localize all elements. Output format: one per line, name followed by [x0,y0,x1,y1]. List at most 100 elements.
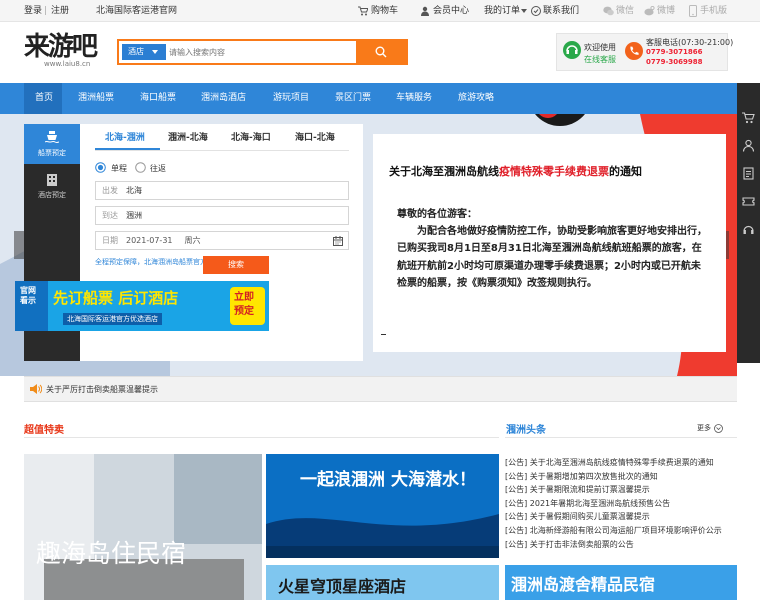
site-logo[interactable]: 来游吧 www.laiu8.cn [24,34,110,68]
right-tool-rail [737,83,760,363]
one-way-label: 单程 [111,164,127,173]
nav-weizhou-hotel[interactable]: 涠洲岛酒店 [201,83,246,114]
notice-title-end: 的通知 [609,165,642,178]
radio-one-way[interactable] [95,162,106,173]
tab-hotel-booking[interactable]: 酒店预定 [24,168,80,206]
notice-title-highlight: 疫情特殊零手续费退票 [499,165,609,178]
phone-icon [625,42,643,60]
ferry-search-button[interactable]: 搜索 [203,256,269,274]
promo-badge-text: 官网看示 [20,286,36,305]
round-trip-label: 往返 [150,164,166,173]
member-center-link[interactable]: 会员中心 [433,5,469,17]
weibo-icon [644,6,655,16]
list-item[interactable]: [公告] 关于暑期增加第四次放售批次的通知 [505,470,735,484]
arrival-field[interactable]: 到达 涠洲 [95,206,349,225]
specials-title: 超值特卖 [24,425,64,436]
alert-link[interactable]: 关于严厉打击倒卖船票温馨提示 [46,384,158,395]
headlines-more-link[interactable]: 更多 [697,423,711,433]
online-service-link[interactable]: 在线客服 [584,54,616,65]
card-4-text: 涠洲岛渡舍精品民宿 [511,575,656,594]
logo-text: 来游吧 [24,32,98,62]
register-link[interactable]: 注册 [51,5,69,17]
list-item[interactable]: [公告] 关于暑假期间购买儿童票温馨提示 [505,510,735,524]
user-icon [421,6,429,16]
nav-home[interactable]: 首页 [24,83,62,114]
calendar-icon[interactable] [333,236,343,246]
list-item[interactable]: [公告] 2021年暑期北海至涠洲岛航线预售公告 [505,497,735,511]
card-2-text: 一起浪涠洲 大海潜水！ [300,470,476,490]
nav-haikou-ferry[interactable]: 海口船票 [140,83,176,114]
special-card-3[interactable]: 火星穹顶星座酒店 [266,565,499,600]
alert-strip: 关于严厉打击倒卖船票温馨提示 [24,376,737,402]
mobile-icon [689,5,697,17]
hotline-number-2: 0779-3069988 [646,58,703,66]
headlines-title: 涠洲头条 [506,425,546,436]
building-icon [47,174,57,186]
notice-paragraph: 为配合各地做好疫情防控工作，协助受影响旅客更好地安排出行，已购买我司8月1日至8… [397,226,707,289]
online-service-icon [563,41,581,59]
promo-cta-text: 立即预定 [234,292,254,317]
arrival-value: 涠洲 [126,211,142,220]
chevron-down-icon [521,9,527,13]
nav-travel-guide[interactable]: 旅游攻略 [458,83,494,114]
notice-title-start: 关于北海至涠洲岛航线 [389,165,499,178]
weekday-value: 周六 [184,236,201,245]
cart-icon [358,6,368,16]
top-separator: | [44,6,48,16]
route-tab-haikou-beihai[interactable]: 海口-北海 [295,130,335,143]
special-card-4[interactable]: 涠洲岛渡舍精品民宿 [505,565,737,600]
search-button[interactable] [356,41,406,63]
nav-scenic-tickets[interactable]: 景区门票 [335,83,371,114]
notice-greeting: 尊敬的各位游客： [397,209,477,220]
list-item[interactable]: [公告] 关于暑期限流和提前订票温馨提示 [505,483,735,497]
cart-link[interactable]: 购物车 [371,5,398,17]
contact-link[interactable]: 联系我们 [543,5,579,17]
search-category-label: 酒店 [128,47,144,56]
headset-icon[interactable] [742,223,755,236]
customer-service-box: 欢迎使用 在线客服 客服电话(07:30-21:00) 0779-3071866… [556,33,733,71]
radio-round-trip[interactable] [135,162,146,173]
tab-ferry-label: 船票预定 [38,149,66,157]
order-icon[interactable] [742,167,755,180]
wechat-icon [603,6,614,16]
cart-icon[interactable] [742,111,755,124]
booking-promo-banner[interactable]: 官网看示 先订船票 后订酒店 北海国际客运港官方优选酒店 立即预定 [15,281,269,331]
special-card-1[interactable]: 趣海岛住民宿 [24,454,262,600]
departure-field[interactable]: 出发 北海 [95,181,349,200]
ship-icon [45,131,59,143]
departure-value: 北海 [126,186,142,195]
search-icon [375,46,387,58]
wechat-link[interactable]: 微信 [616,5,634,17]
tab-ferry-booking[interactable]: 船票预定 [24,124,80,164]
special-card-2[interactable]: 一起浪涠洲 大海潜水！ [266,454,499,558]
chevron-down-icon[interactable] [714,424,723,433]
card-3-text: 火星穹顶星座酒店 [278,577,407,596]
logo-url: www.laiu8.cn [44,60,91,68]
promo-subtitle: 北海国际客运港官方优选酒店 [63,313,162,325]
date-field[interactable]: 日期 2021-07-31 周六 [95,231,349,250]
nav-vehicle-service[interactable]: 车辆服务 [396,83,432,114]
headlines-list: [公告] 关于北海至涠洲岛航线疫情特殊零手续费退票的通知 [公告] 关于暑期增加… [505,456,735,551]
specials-divider [24,437,499,438]
arrival-label: 到达 [102,211,118,220]
search-input[interactable] [169,44,349,60]
list-item[interactable]: [公告] 关于北海至涠洲岛航线疫情特殊零手续费退票的通知 [505,456,735,470]
route-tab-beihai-haikou[interactable]: 北海-海口 [231,130,271,143]
date-label: 日期 [102,236,118,245]
my-orders-link[interactable]: 我的订单 [484,5,520,17]
speaker-icon [30,384,42,394]
route-tab-weizhou-beihai[interactable]: 涠洲-北海 [168,130,208,143]
list-item[interactable]: [公告] 关于打击非法倒卖船票的公告 [505,538,735,552]
ticket-icon[interactable] [742,195,755,208]
mobile-link[interactable]: 手机版 [700,5,727,17]
top-bar: 登录 | 注册 北海国际客运港官网 购物车 会员中心 我的订单 联系我们 微信 … [0,0,760,22]
nav-activities[interactable]: 游玩项目 [273,83,309,114]
nav-weizhou-ferry[interactable]: 涠洲船票 [78,83,114,114]
card-1-image [24,454,262,600]
search-category-select[interactable]: 酒店 [122,44,166,60]
login-link[interactable]: 登录 [24,5,42,17]
route-tab-beihai-weizhou[interactable]: 北海-涠洲 [105,130,145,143]
weibo-link[interactable]: 微博 [657,5,675,17]
user-icon[interactable] [742,139,755,152]
list-item[interactable]: [公告] 北海新绎游船有限公司海运船厂项目环境影响评价公示 [505,524,735,538]
